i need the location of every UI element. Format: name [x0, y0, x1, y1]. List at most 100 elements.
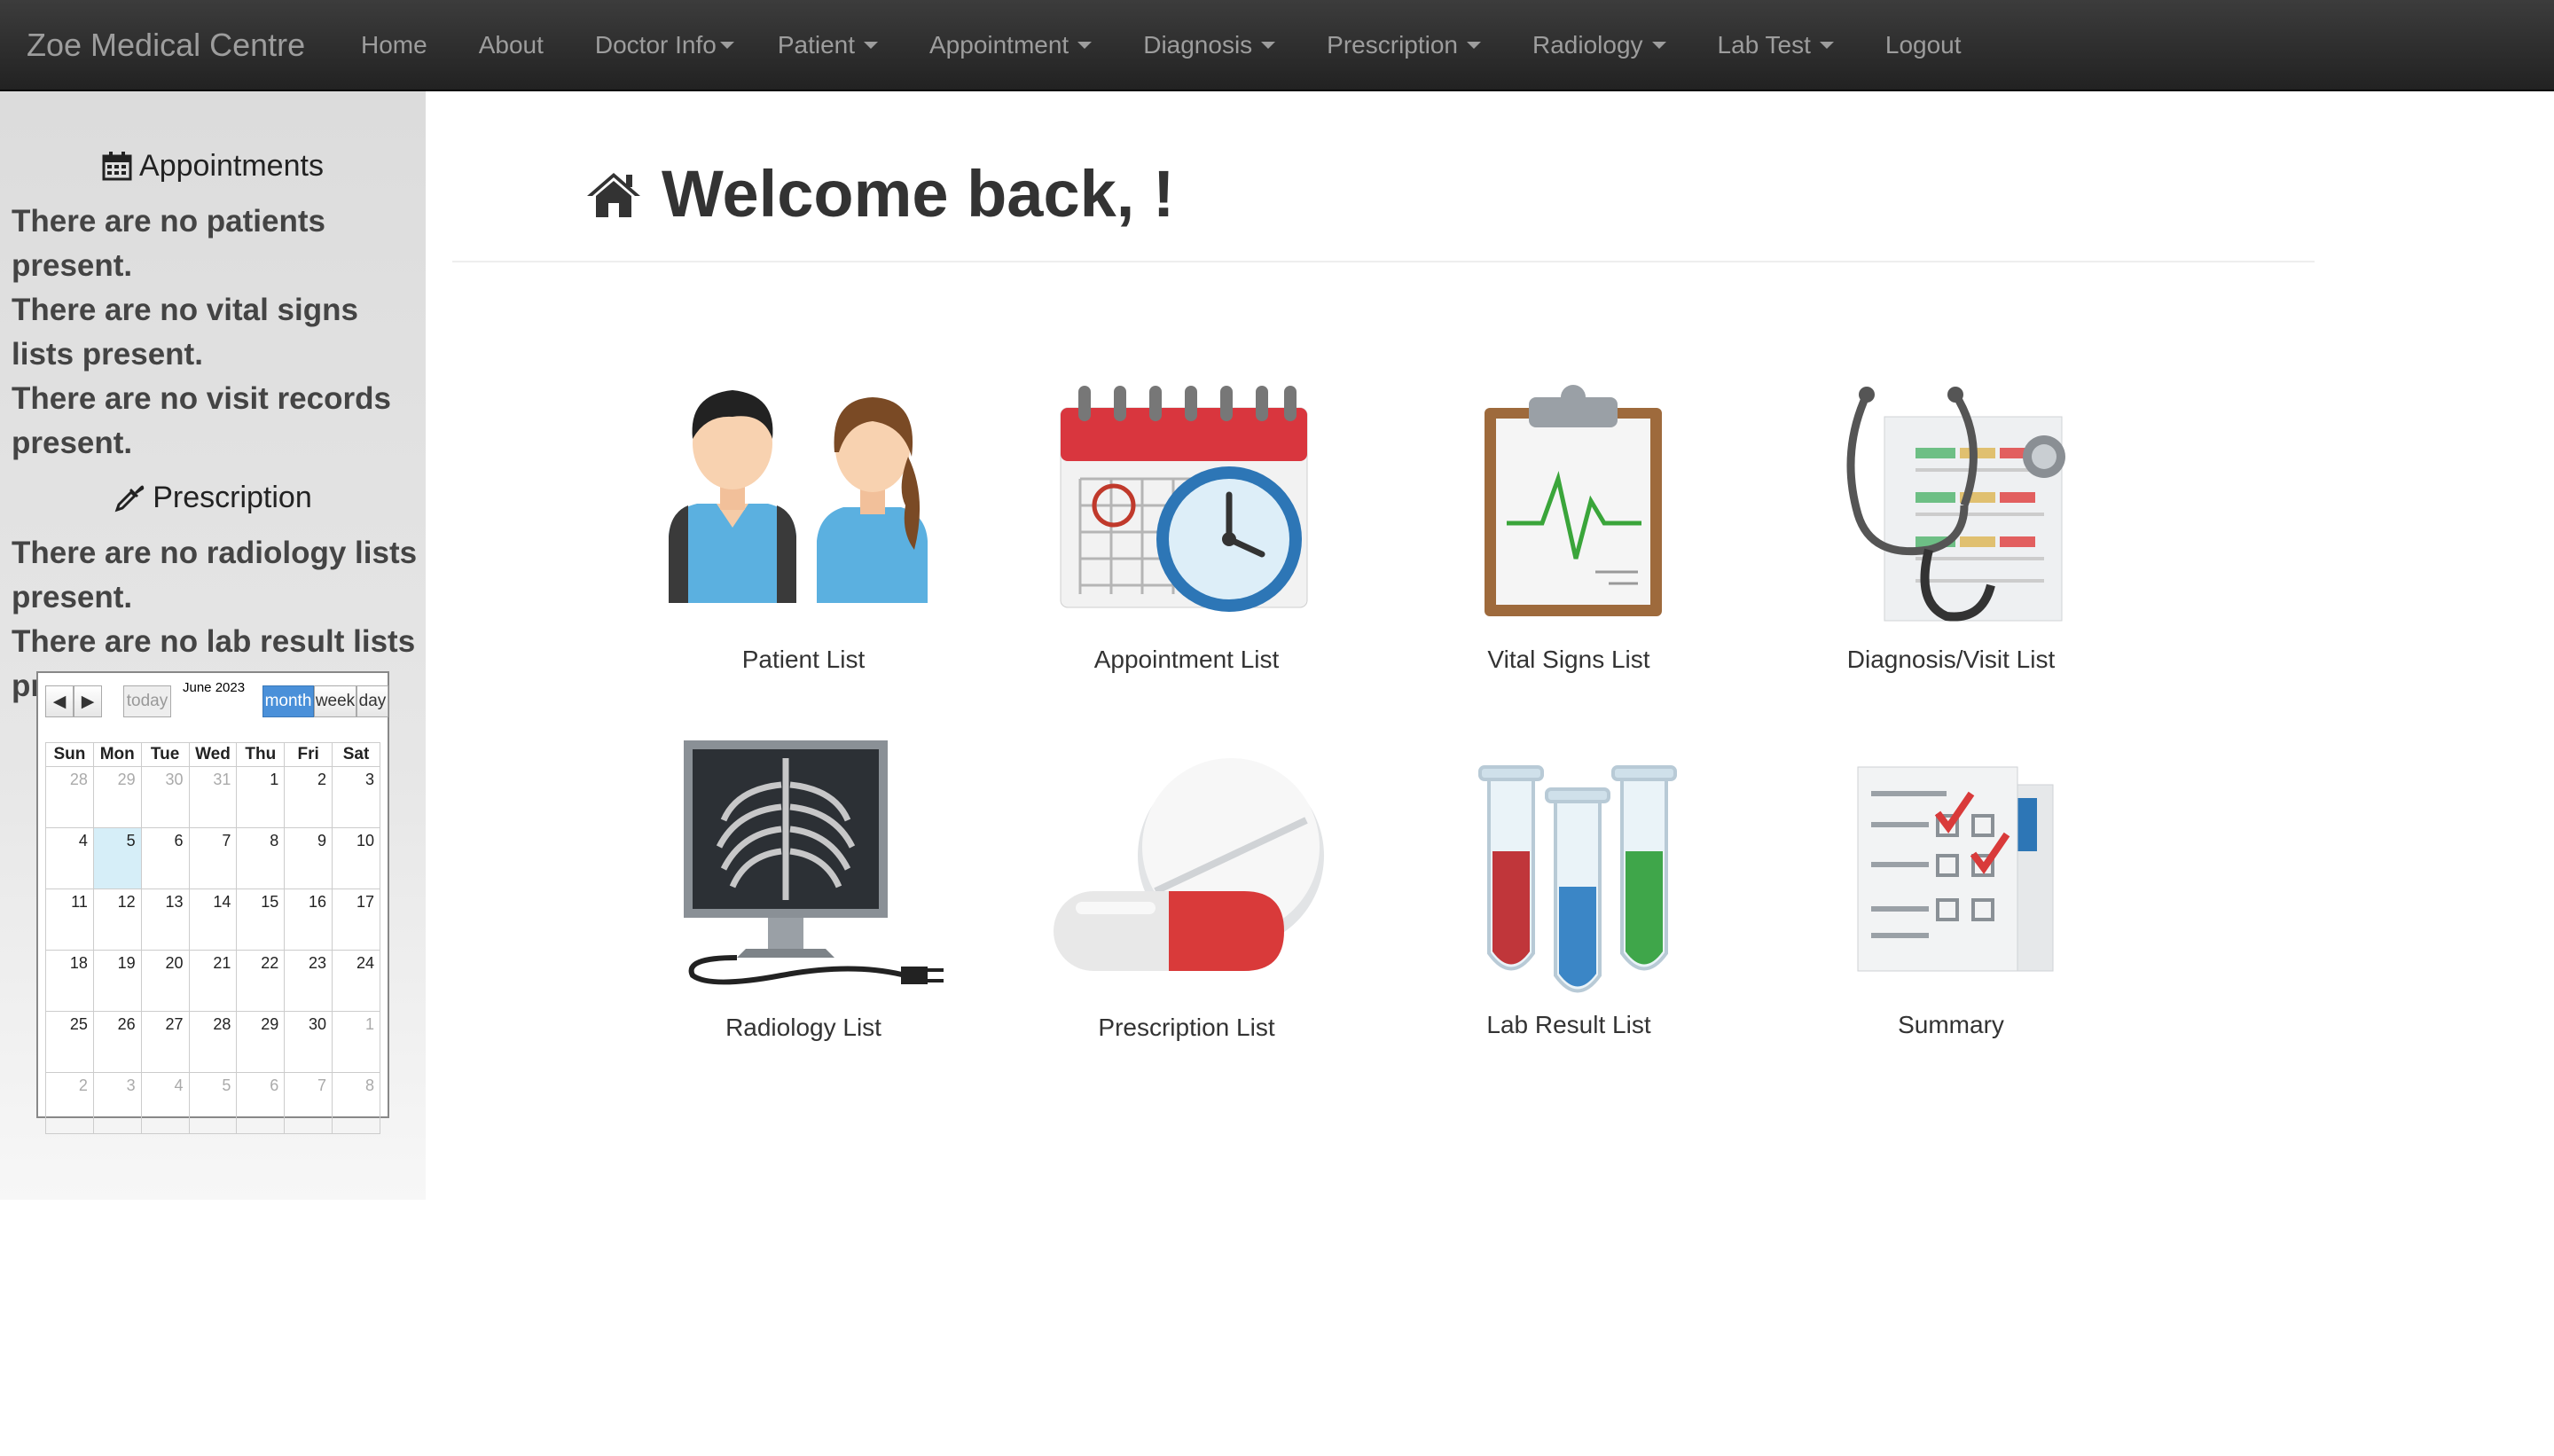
calendar-icon	[102, 152, 132, 181]
checklist-icon	[1857, 766, 2054, 972]
calendar-day-cell[interactable]: 28	[45, 766, 94, 828]
calendar-weekday-header: Mon	[92, 742, 142, 767]
calendar-weekday-header: Wed	[188, 742, 238, 767]
calendar-day-cell[interactable]: 3	[92, 1072, 142, 1134]
tile-prescription-list-label: Prescription List	[1098, 1014, 1275, 1041]
calendar-day-cell[interactable]: 7	[284, 1072, 333, 1134]
calendar-weekday-header: Fri	[284, 742, 333, 767]
calendar-grid: Sun Mon Tue Wed Thu Fri Sat 28 29 30 31 1 2 3 4 5 6 7 8 9 1…	[45, 742, 380, 1134]
calendar-today-button[interactable]: today	[123, 685, 171, 717]
tile-radiology-list-label: Radiology List	[725, 1014, 881, 1041]
page-title: Welcome back, !	[585, 156, 1175, 231]
tile-appointment-list-label: Appointment List	[1093, 646, 1280, 673]
calendar-day-cell[interactable]: 8	[332, 1072, 380, 1134]
brand-link[interactable]: Zoe Medical Centre	[0, 27, 335, 64]
calendar-day-cell[interactable]: 14	[188, 888, 238, 951]
calendar-week-view-button[interactable]: week	[314, 685, 356, 717]
calendar-day-cell[interactable]: 4	[45, 827, 94, 889]
calendar-prev-button[interactable]: ◀	[45, 685, 74, 717]
calendar-day-cell[interactable]: 5	[188, 1072, 238, 1134]
calendar-day-cell[interactable]: 23	[284, 950, 333, 1012]
calendar-day-cell[interactable]: 24	[332, 950, 380, 1012]
calendar-day-cell[interactable]: 29	[236, 1011, 286, 1073]
calendar-weekday-header: Sat	[332, 742, 380, 767]
tile-prescription-list[interactable]: Prescription List	[1027, 736, 1346, 1046]
calendar-day-cell[interactable]: 10	[332, 827, 380, 889]
nav-prescription-dropdown[interactable]: Prescription	[1301, 0, 1507, 90]
tile-lab-result-list[interactable]: Lab Result List	[1409, 736, 1728, 1046]
calendar-next-button[interactable]: ▶	[74, 685, 102, 717]
nav-diagnosis-label: Diagnosis	[1143, 30, 1253, 59]
calendar-day-view-button[interactable]: day	[356, 685, 388, 717]
no-patients-message: There are no patients present.	[12, 204, 325, 283]
calendar-day-cell[interactable]: 13	[140, 888, 190, 951]
calendar-day-cell[interactable]: 16	[284, 888, 333, 951]
nav-radiology-label: Radiology	[1532, 30, 1643, 59]
calendar-day-cell[interactable]: 6	[236, 1072, 286, 1134]
tile-summary[interactable]: Summary	[1791, 736, 2111, 1046]
patients-icon	[669, 390, 928, 603]
calendar-day-cell[interactable]: 8	[236, 827, 286, 889]
calendar-day-cell[interactable]: 2	[284, 766, 333, 828]
calendar-day-cell[interactable]: 30	[140, 766, 190, 828]
calendar-day-cell[interactable]: 25	[45, 1011, 94, 1073]
stethoscope-chart-icon	[1846, 387, 2065, 622]
nav-home[interactable]: Home	[335, 0, 453, 90]
calendar-week-row: 4 5 6 7 8 9 10	[45, 827, 380, 889]
calendar-day-cell[interactable]: 12	[92, 888, 142, 951]
calendar-day-cell[interactable]: 15	[236, 888, 286, 951]
calendar-day-cell[interactable]: 2	[45, 1072, 94, 1134]
tile-patient-list-label: Patient List	[741, 646, 866, 673]
calendar-day-cell[interactable]: 5	[92, 827, 142, 889]
caret-down-icon	[1651, 41, 1666, 49]
calendar-month-view-button[interactable]: month	[262, 685, 314, 717]
caret-down-icon	[719, 41, 734, 49]
tile-appointment-list[interactable]: Appointment List	[1027, 372, 1346, 683]
nav-appointment-dropdown[interactable]: Appointment	[904, 0, 1117, 90]
calendar-day-cell[interactable]: 4	[140, 1072, 190, 1134]
calendar-day-cell[interactable]: 18	[45, 950, 94, 1012]
nav-logout[interactable]: Logout	[1860, 0, 1987, 90]
calendar-day-cell[interactable]: 30	[284, 1011, 333, 1073]
calendar-day-cell[interactable]: 28	[188, 1011, 238, 1073]
nav-home-label: Home	[361, 30, 427, 59]
nav-logout-label: Logout	[1884, 30, 1962, 59]
tile-radiology-list[interactable]: Radiology List	[644, 736, 963, 1046]
calendar-week-row: 18 19 20 21 22 23 24	[45, 950, 380, 1012]
calendar-day-cell[interactable]: 31	[188, 766, 238, 828]
nav-patient-dropdown[interactable]: Patient	[752, 0, 904, 90]
triangle-left-icon: ◀	[52, 692, 67, 711]
calendar-day-cell[interactable]: 9	[284, 827, 333, 889]
calendar-day-cell[interactable]: 11	[45, 888, 94, 951]
calendar-day-cell[interactable]: 1	[236, 766, 286, 828]
calendar-widget: ◀ ▶ today June 2023 month week day Sun Mo…	[36, 671, 389, 1134]
calendar-day-cell[interactable]: 26	[92, 1011, 142, 1073]
calendar-day-cell[interactable]: 6	[140, 827, 190, 889]
appointments-heading: Appointments	[0, 139, 426, 192]
prescription-heading-label: Prescription	[153, 480, 312, 514]
nav-doctor-info-dropdown[interactable]: Doctor Info	[569, 0, 752, 90]
tile-patient-list[interactable]: Patient List	[644, 372, 963, 683]
nav-lab-test-dropdown[interactable]: Lab Test	[1692, 0, 1860, 90]
tile-vital-signs-list[interactable]: Vital Signs List	[1409, 372, 1728, 683]
caret-down-icon	[1261, 41, 1276, 49]
nav-diagnosis-dropdown[interactable]: Diagnosis	[1117, 0, 1301, 90]
calendar-day-cell[interactable]: 29	[92, 766, 142, 828]
nav-radiology-dropdown[interactable]: Radiology	[1507, 0, 1692, 90]
calendar-day-cell[interactable]: 27	[140, 1011, 190, 1073]
calendar-day-cell[interactable]: 20	[140, 950, 190, 1012]
nav-about[interactable]: About	[453, 0, 569, 90]
calendar-day-cell[interactable]: 22	[236, 950, 286, 1012]
calendar-day-cell[interactable]: 21	[188, 950, 238, 1012]
calendar-day-cell[interactable]: 3	[332, 766, 380, 828]
nav-doctor-info-label: Doctor Info	[594, 30, 717, 59]
test-tubes-icon	[1478, 765, 1677, 993]
calendar-day-cell[interactable]: 7	[188, 827, 238, 889]
calendar-day-cell[interactable]: 17	[332, 888, 380, 951]
tile-diagnosis-visit-list[interactable]: Diagnosis/Visit List	[1791, 372, 2111, 683]
caret-down-icon	[1819, 41, 1834, 49]
eyedropper-icon	[114, 485, 145, 513]
pills-icon	[1054, 758, 1324, 971]
calendar-day-cell[interactable]: 19	[92, 950, 142, 1012]
calendar-day-cell[interactable]: 1	[332, 1011, 380, 1073]
